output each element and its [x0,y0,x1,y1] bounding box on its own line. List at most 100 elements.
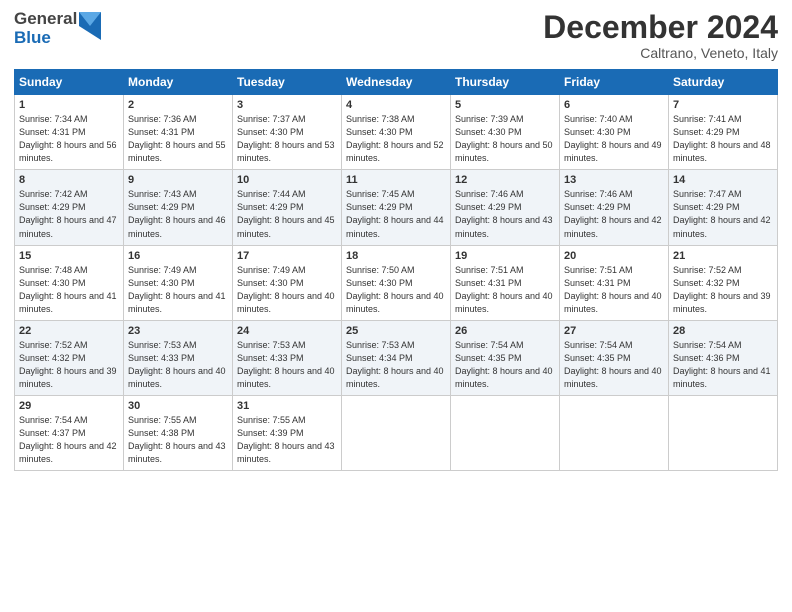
day-number: 24 [237,325,337,337]
day-number: 29 [19,400,119,412]
calendar-cell: 21 Sunrise: 7:52 AMSunset: 4:32 PMDayligh… [669,245,778,320]
day-number: 7 [673,99,773,111]
day-number: 2 [128,99,228,111]
day-info: Sunrise: 7:39 AMSunset: 4:30 PMDaylight:… [455,114,553,163]
day-info: Sunrise: 7:51 AMSunset: 4:31 PMDaylight:… [455,265,553,314]
day-info: Sunrise: 7:44 AMSunset: 4:29 PMDaylight:… [237,189,335,238]
subtitle: Caltrano, Veneto, Italy [543,45,778,61]
day-number: 22 [19,325,119,337]
day-number: 27 [564,325,664,337]
calendar-cell: 29 Sunrise: 7:54 AMSunset: 4:37 PMDayligh… [15,395,124,470]
header-monday: Monday [124,70,233,95]
calendar-table: SundayMondayTuesdayWednesdayThursdayFrid… [14,69,778,471]
day-number: 16 [128,250,228,262]
day-info: Sunrise: 7:36 AMSunset: 4:31 PMDaylight:… [128,114,226,163]
day-info: Sunrise: 7:48 AMSunset: 4:30 PMDaylight:… [19,265,117,314]
logo-blue: Blue [14,29,77,48]
day-info: Sunrise: 7:54 AMSunset: 4:35 PMDaylight:… [455,340,553,389]
calendar-cell: 27 Sunrise: 7:54 AMSunset: 4:35 PMDayligh… [560,320,669,395]
calendar-cell [669,395,778,470]
day-number: 25 [346,325,446,337]
calendar-cell: 30 Sunrise: 7:55 AMSunset: 4:38 PMDayligh… [124,395,233,470]
day-number: 30 [128,400,228,412]
page-container: General Blue December 2024 Caltrano, Ven… [0,0,792,479]
day-number: 10 [237,174,337,186]
header-sunday: Sunday [15,70,124,95]
calendar-cell: 6Sunrise: 7:40 AMSunset: 4:30 PMDaylight… [560,95,669,170]
calendar-cell: 28 Sunrise: 7:54 AMSunset: 4:36 PMDayligh… [669,320,778,395]
calendar-cell: 31Sunrise: 7:55 AMSunset: 4:39 PMDayligh… [233,395,342,470]
calendar-cell: 9Sunrise: 7:43 AMSunset: 4:29 PMDaylight… [124,170,233,245]
calendar-cell: 15Sunrise: 7:48 AMSunset: 4:30 PMDayligh… [15,245,124,320]
day-number: 4 [346,99,446,111]
calendar-cell: 17 Sunrise: 7:49 AMSunset: 4:30 PMDayligh… [233,245,342,320]
day-info: Sunrise: 7:53 AMSunset: 4:33 PMDaylight:… [128,340,226,389]
week-row-3: 15Sunrise: 7:48 AMSunset: 4:30 PMDayligh… [15,245,778,320]
header-saturday: Saturday [669,70,778,95]
day-info: Sunrise: 7:41 AMSunset: 4:29 PMDaylight:… [673,114,771,163]
calendar-cell: 3Sunrise: 7:37 AMSunset: 4:30 PMDaylight… [233,95,342,170]
calendar-cell: 7 Sunrise: 7:41 AMSunset: 4:29 PMDaylight… [669,95,778,170]
calendar-cell: 16 Sunrise: 7:49 AMSunset: 4:30 PMDayligh… [124,245,233,320]
day-number: 1 [19,99,119,111]
week-row-2: 8Sunrise: 7:42 AMSunset: 4:29 PMDaylight… [15,170,778,245]
day-info: Sunrise: 7:54 AMSunset: 4:37 PMDaylight:… [19,415,117,464]
logo: General Blue [14,10,101,47]
day-info: Sunrise: 7:38 AMSunset: 4:30 PMDaylight:… [346,114,444,163]
day-info: Sunrise: 7:49 AMSunset: 4:30 PMDaylight:… [237,265,335,314]
day-number: 26 [455,325,555,337]
day-info: Sunrise: 7:49 AMSunset: 4:30 PMDaylight:… [128,265,226,314]
day-info: Sunrise: 7:52 AMSunset: 4:32 PMDaylight:… [673,265,771,314]
day-info: Sunrise: 7:53 AMSunset: 4:33 PMDaylight:… [237,340,335,389]
calendar-cell: 20 Sunrise: 7:51 AMSunset: 4:31 PMDayligh… [560,245,669,320]
day-number: 6 [564,99,664,111]
week-row-5: 29 Sunrise: 7:54 AMSunset: 4:37 PMDayligh… [15,395,778,470]
calendar-cell: 10 Sunrise: 7:44 AMSunset: 4:29 PMDayligh… [233,170,342,245]
calendar-cell: 18 Sunrise: 7:50 AMSunset: 4:30 PMDayligh… [342,245,451,320]
calendar-cell: 25 Sunrise: 7:53 AMSunset: 4:34 PMDayligh… [342,320,451,395]
day-number: 20 [564,250,664,262]
day-info: Sunrise: 7:55 AMSunset: 4:39 PMDaylight:… [237,415,335,464]
calendar-cell: 11Sunrise: 7:45 AMSunset: 4:29 PMDayligh… [342,170,451,245]
day-number: 14 [673,174,773,186]
day-number: 28 [673,325,773,337]
calendar-cell: 22 Sunrise: 7:52 AMSunset: 4:32 PMDayligh… [15,320,124,395]
day-number: 19 [455,250,555,262]
header-tuesday: Tuesday [233,70,342,95]
calendar-cell: 13Sunrise: 7:46 AMSunset: 4:29 PMDayligh… [560,170,669,245]
day-info: Sunrise: 7:53 AMSunset: 4:34 PMDaylight:… [346,340,444,389]
calendar-cell [451,395,560,470]
day-number: 11 [346,174,446,186]
day-info: Sunrise: 7:54 AMSunset: 4:35 PMDaylight:… [564,340,662,389]
logo-icon [79,12,101,45]
day-info: Sunrise: 7:46 AMSunset: 4:29 PMDaylight:… [455,189,553,238]
title-block: December 2024 Caltrano, Veneto, Italy [543,10,778,61]
header-friday: Friday [560,70,669,95]
day-info: Sunrise: 7:54 AMSunset: 4:36 PMDaylight:… [673,340,771,389]
calendar-cell: 19 Sunrise: 7:51 AMSunset: 4:31 PMDayligh… [451,245,560,320]
main-title: December 2024 [543,10,778,45]
calendar-cell: 24 Sunrise: 7:53 AMSunset: 4:33 PMDayligh… [233,320,342,395]
day-info: Sunrise: 7:55 AMSunset: 4:38 PMDaylight:… [128,415,226,464]
day-info: Sunrise: 7:52 AMSunset: 4:32 PMDaylight:… [19,340,117,389]
day-number: 17 [237,250,337,262]
week-row-4: 22 Sunrise: 7:52 AMSunset: 4:32 PMDayligh… [15,320,778,395]
day-info: Sunrise: 7:51 AMSunset: 4:31 PMDaylight:… [564,265,662,314]
header: General Blue December 2024 Caltrano, Ven… [14,10,778,61]
day-number: 18 [346,250,446,262]
calendar-cell [560,395,669,470]
day-number: 23 [128,325,228,337]
week-row-1: 1Sunrise: 7:34 AMSunset: 4:31 PMDaylight… [15,95,778,170]
day-number: 8 [19,174,119,186]
day-info: Sunrise: 7:47 AMSunset: 4:29 PMDaylight:… [673,189,771,238]
day-info: Sunrise: 7:50 AMSunset: 4:30 PMDaylight:… [346,265,444,314]
day-number: 21 [673,250,773,262]
calendar-cell: 2 Sunrise: 7:36 AMSunset: 4:31 PMDaylight… [124,95,233,170]
calendar-cell: 12Sunrise: 7:46 AMSunset: 4:29 PMDayligh… [451,170,560,245]
day-info: Sunrise: 7:37 AMSunset: 4:30 PMDaylight:… [237,114,335,163]
logo-text: General Blue [14,10,77,47]
calendar-cell: 8Sunrise: 7:42 AMSunset: 4:29 PMDaylight… [15,170,124,245]
calendar-cell: 14 Sunrise: 7:47 AMSunset: 4:29 PMDayligh… [669,170,778,245]
day-number: 5 [455,99,555,111]
header-thursday: Thursday [451,70,560,95]
